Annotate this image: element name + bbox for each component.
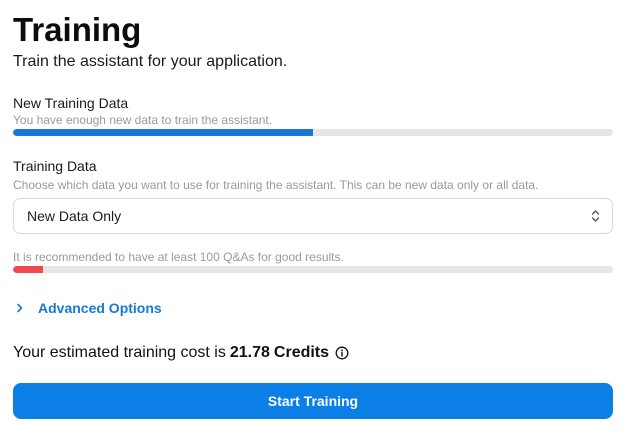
recommendation-hint: It is recommended to have at least 100 Q… — [13, 250, 344, 264]
new-training-data-label: New Training Data — [13, 95, 129, 111]
advanced-options-label: Advanced Options — [38, 300, 162, 316]
info-icon[interactable] — [335, 346, 349, 360]
page-subtitle: Train the assistant for your application… — [13, 53, 288, 70]
estimated-cost-prefix: Your estimated training cost is — [13, 344, 226, 361]
estimated-cost: Your estimated training cost is 21.78 Cr… — [13, 343, 349, 363]
advanced-options-toggle[interactable]: Advanced Options — [13, 298, 162, 318]
new-training-data-progress-fill — [13, 129, 313, 136]
page-title: Training — [13, 11, 142, 48]
estimated-cost-unit: Credits — [273, 344, 330, 361]
start-training-button[interactable]: Start Training — [13, 383, 613, 419]
chevron-up-down-icon — [591, 210, 600, 222]
training-data-select-value: New Data Only — [27, 208, 122, 224]
estimated-cost-amount: 21.78 — [229, 344, 270, 361]
chevron-right-icon — [17, 303, 23, 313]
new-training-data-progress — [13, 129, 613, 136]
new-training-data-hint: You have enough new data to train the as… — [13, 113, 273, 127]
qa-count-progress-fill — [13, 266, 43, 273]
training-data-select[interactable]: New Data Only — [13, 198, 613, 234]
training-page: Training Train the assistant for your ap… — [0, 0, 636, 443]
training-data-hint: Choose which data you want to use for tr… — [13, 178, 539, 192]
qa-count-progress — [13, 266, 613, 273]
training-data-label: Training Data — [13, 158, 97, 174]
